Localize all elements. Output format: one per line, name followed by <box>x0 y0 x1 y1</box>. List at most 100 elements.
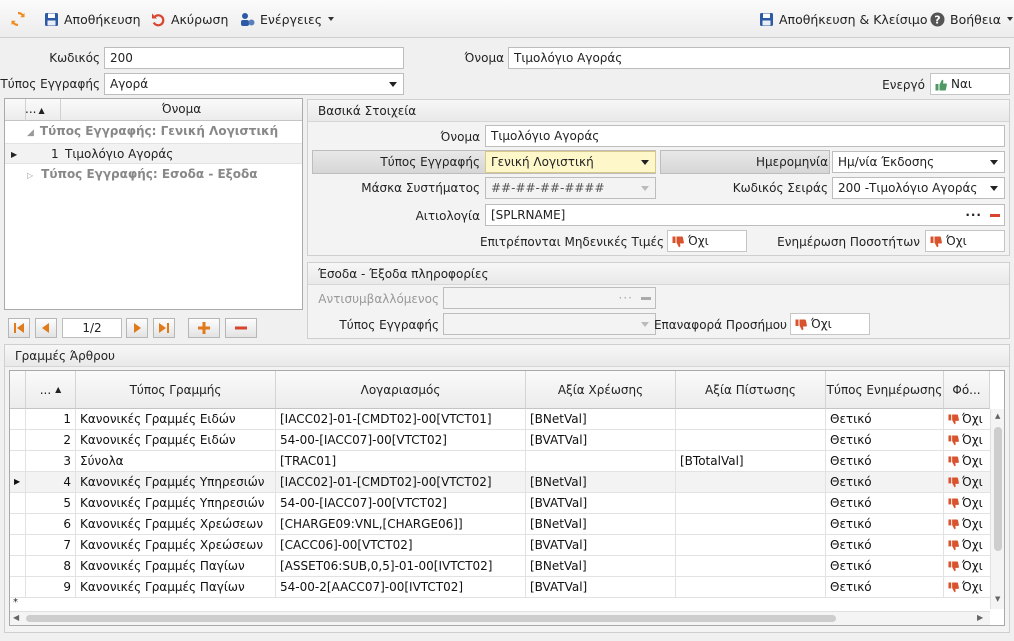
row-number[interactable]: 7 <box>26 535 76 556</box>
line-type-cell[interactable]: Κανονικές Γραμμές Χρεώσεων <box>76 514 276 535</box>
f-cell[interactable]: Όχι <box>944 430 990 451</box>
series-select[interactable]: 200 -Τιμολόγιο Αγοράς <box>832 177 1005 199</box>
debit-cell[interactable]: [BNetVal] <box>526 472 676 493</box>
line-type-cell[interactable]: Κανονικές Γραμμές Παγίων <box>76 556 276 577</box>
tree-group-row[interactable]: ▷ Τύπος Εγγραφής: Εσοδα - Εξοδα <box>5 164 302 185</box>
debit-cell[interactable]: [BVATVal] <box>526 430 676 451</box>
f-cell[interactable]: Όχι <box>944 556 990 577</box>
ellipsis-button[interactable]: ··· <box>965 205 982 225</box>
table-row[interactable]: 1 Κανονικές Γραμμές Ειδών [IACC02]-01-[CMD… <box>10 409 990 430</box>
remove-button[interactable] <box>225 318 257 338</box>
save-close-button[interactable]: Αποθήκευση & Κλείσιμο <box>759 0 928 38</box>
credit-cell[interactable] <box>676 472 826 493</box>
line-type-cell[interactable]: Σύνολα <box>76 451 276 472</box>
clear-icon[interactable] <box>990 214 1000 217</box>
line-type-cell[interactable]: Κανονικές Γραμμές Χρεώσεων <box>76 535 276 556</box>
row-number[interactable]: 8 <box>26 556 76 577</box>
table-row[interactable]: 6 Κανονικές Γραμμές Χρεώσεων [CHARGE09:VNL… <box>10 514 990 535</box>
add-button[interactable] <box>188 318 220 338</box>
scroll-right-icon[interactable]: ▶ <box>977 613 983 622</box>
debit-cell[interactable]: [BNetVal] <box>526 409 676 430</box>
first-page-button[interactable] <box>8 318 30 338</box>
active-field[interactable]: Ναι <box>930 73 1010 95</box>
clear-icon[interactable] <box>641 297 651 300</box>
table-row[interactable]: 7 Κανονικές Γραμμές Χρεώσεων [CACC06]-00[V… <box>10 535 990 556</box>
account-cell[interactable]: [CHARGE09:VNL,[CHARGE06]] <box>276 514 526 535</box>
account-cell[interactable]: [IACC02]-01-[CMDT02]-00[VTCT02] <box>276 472 526 493</box>
update-type-cell[interactable]: Θετικό <box>826 430 944 451</box>
debit-cell[interactable]: [BVATVal] <box>526 577 676 598</box>
f-cell[interactable]: Όχι <box>944 472 990 493</box>
scroll-left-icon[interactable]: ◀ <box>13 613 19 622</box>
basic-type-select[interactable]: Γενική Λογιστική <box>485 151 656 173</box>
table-row[interactable]: ▶ 4 Κανονικές Γραμμές Υπηρεσιών [IACC02]-01… <box>10 472 990 493</box>
account-cell[interactable]: [IACC02]-01-[CMDT02]-00[VTCT01] <box>276 409 526 430</box>
credit-cell[interactable] <box>676 556 826 577</box>
vertical-scroll-thumb[interactable] <box>994 427 1002 551</box>
update-type-cell[interactable]: Θετικό <box>826 493 944 514</box>
grid-update-header[interactable]: Τύπος Ενημέρωσης <box>826 371 944 409</box>
update-type-cell[interactable]: Θετικό <box>826 451 944 472</box>
grid-credit-header[interactable]: Αξία Πίστωσης <box>676 371 826 409</box>
debit-cell[interactable]: [BNetVal] <box>526 514 676 535</box>
prev-page-button[interactable] <box>35 318 57 338</box>
tree-group-row[interactable]: ◢ Τύπος Εγγραφής: Γενική Λογιστική <box>5 121 302 142</box>
grid-f-header[interactable]: Φό... <box>944 371 990 409</box>
ellipsis-button[interactable]: ··· <box>619 288 633 308</box>
row-number[interactable]: 2 <box>26 430 76 451</box>
entry-type-select[interactable]: Αγορά <box>104 73 404 95</box>
f-cell[interactable]: Όχι <box>944 451 990 472</box>
update-type-cell[interactable]: Θετικό <box>826 409 944 430</box>
account-cell[interactable]: 54-00-2[AACC07]-00[IVTCT02] <box>276 577 526 598</box>
credit-cell[interactable] <box>676 493 826 514</box>
credit-cell[interactable] <box>676 577 826 598</box>
account-cell[interactable]: [CACC06]-00[VTCT02] <box>276 535 526 556</box>
table-row[interactable]: 5 Κανονικές Γραμμές Υπηρεσιών 54-00-[IACC0… <box>10 493 990 514</box>
horizontal-scroll-thumb[interactable] <box>26 615 836 622</box>
line-type-cell[interactable]: Κανονικές Γραμμές Ειδών <box>76 409 276 430</box>
date-select[interactable]: Ημ/νία Έκδοσης <box>832 151 1005 173</box>
scroll-down-icon[interactable]: ▼ <box>995 595 1000 603</box>
update-type-cell[interactable]: Θετικό <box>826 535 944 556</box>
income-type-select[interactable] <box>443 313 656 335</box>
tree-item-row[interactable]: ▶ 1 Τιμολόγιο Αγοράς <box>5 143 302 164</box>
name-field[interactable]: Τιμολόγιο Αγοράς <box>508 47 1010 69</box>
table-row[interactable]: 2 Κανονικές Γραμμές Ειδών 54-00-[IACC07]-0… <box>10 430 990 451</box>
table-row[interactable]: 9 Κανονικές Γραμμές Παγίων 54-00-2[AACC07]… <box>10 577 990 598</box>
table-row[interactable]: 3 Σύνολα [TRAC01] [BTotalVal] Θετικό Όχι <box>10 451 990 472</box>
row-number[interactable]: 9 <box>26 577 76 598</box>
debit-cell[interactable]: [BVATVal] <box>526 535 676 556</box>
f-cell[interactable]: Όχι <box>944 493 990 514</box>
grid-type-header[interactable]: Τύπος Γραμμής <box>76 371 276 409</box>
row-number[interactable]: 6 <box>26 514 76 535</box>
row-number[interactable]: 5 <box>26 493 76 514</box>
refresh-button[interactable] <box>10 0 26 38</box>
update-type-cell[interactable]: Θετικό <box>826 514 944 535</box>
debit-cell[interactable] <box>526 451 676 472</box>
grid-account-header[interactable]: Λογαριασμός <box>276 371 526 409</box>
account-cell[interactable]: [TRAC01] <box>276 451 526 472</box>
help-menu[interactable]: ? Βοήθεια <box>930 0 1014 38</box>
f-cell[interactable]: Όχι <box>944 409 990 430</box>
qty-update-field[interactable]: Όχι <box>925 230 1005 252</box>
f-cell[interactable]: Όχι <box>944 514 990 535</box>
line-type-cell[interactable]: Κανονικές Γραμμές Παγίων <box>76 577 276 598</box>
line-type-cell[interactable]: Κανονικές Γραμμές Ειδών <box>76 430 276 451</box>
scroll-up-icon[interactable]: ▲ <box>995 412 1000 420</box>
vertical-scrollbar[interactable]: ▲ ▼ <box>990 409 1004 609</box>
update-type-cell[interactable]: Θετικό <box>826 472 944 493</box>
basic-name-field[interactable]: Τιμολόγιο Αγοράς <box>485 125 1005 147</box>
grid-num-header[interactable]: ... ▲ <box>26 371 76 409</box>
row-number[interactable]: 3 <box>26 451 76 472</box>
account-cell[interactable]: 54-00-[IACC07]-00[VTCT02] <box>276 493 526 514</box>
f-cell[interactable]: Όχι <box>944 535 990 556</box>
line-type-cell[interactable]: Κανονικές Γραμμές Υπηρεσιών <box>76 472 276 493</box>
credit-cell[interactable] <box>676 514 826 535</box>
row-number[interactable]: 1 <box>26 409 76 430</box>
f-cell[interactable]: Όχι <box>944 577 990 598</box>
sign-reset-field[interactable]: Όχι <box>790 313 870 335</box>
row-number[interactable]: 4 <box>26 472 76 493</box>
counterparty-field[interactable]: ··· <box>443 287 656 309</box>
table-row[interactable]: 8 Κανονικές Γραμμές Παγίων [ASSET06:SUB,0,… <box>10 556 990 577</box>
mask-select[interactable]: ##-##-##-#### <box>485 177 656 199</box>
